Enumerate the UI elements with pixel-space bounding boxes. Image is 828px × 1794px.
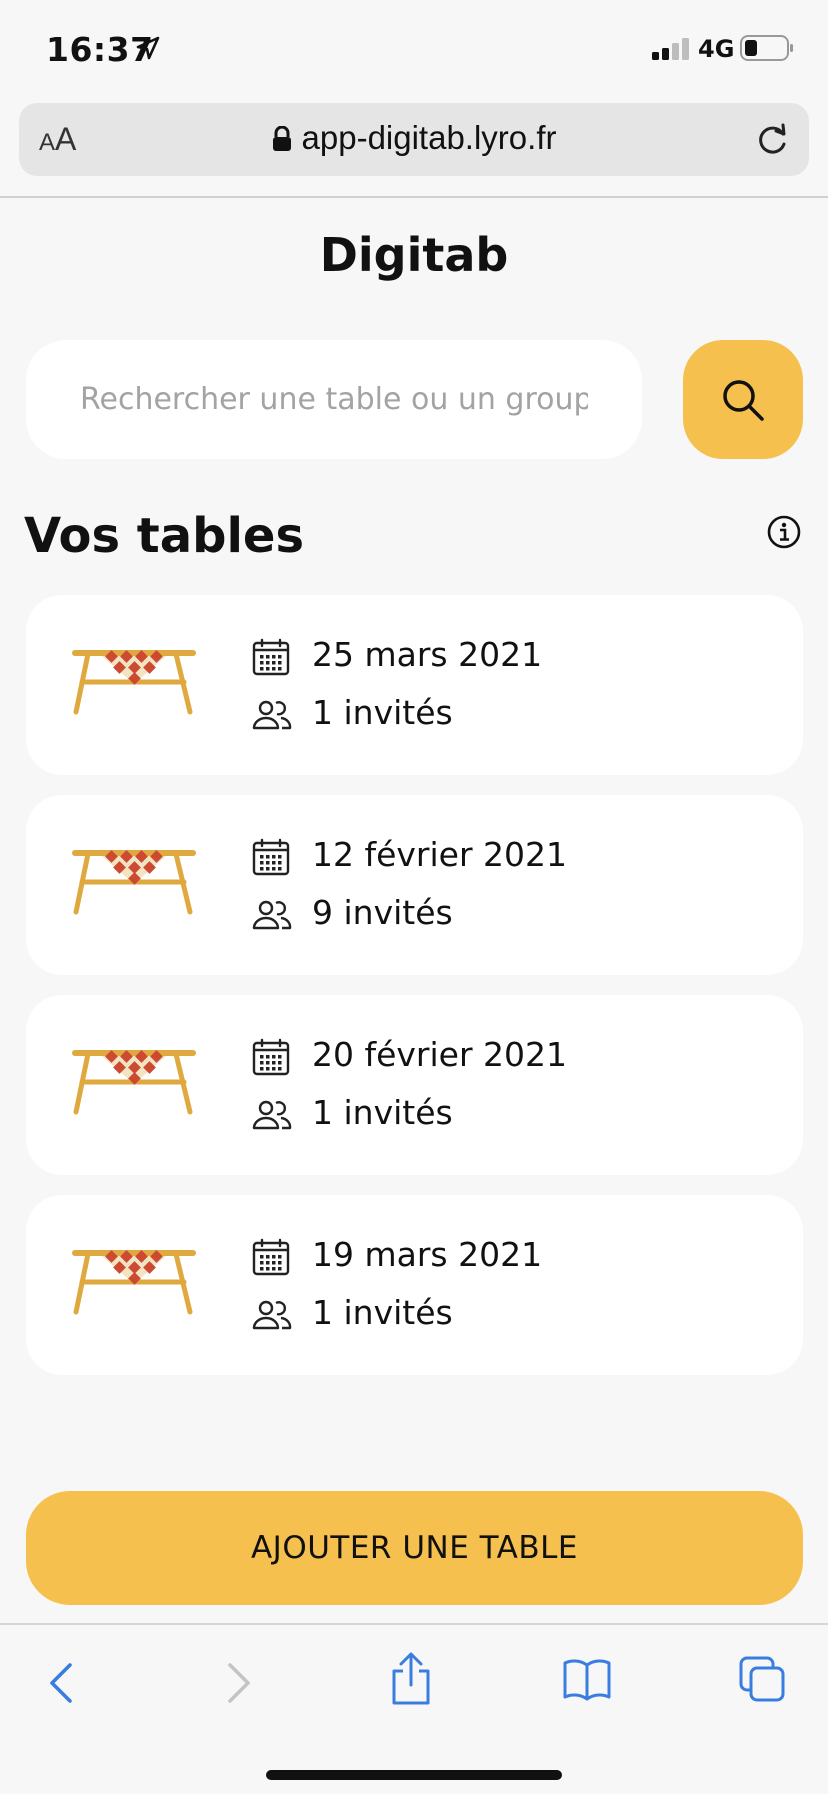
calendar-icon bbox=[252, 638, 290, 680]
page-title: Digitab bbox=[319, 228, 509, 282]
calendar-icon bbox=[252, 1038, 290, 1080]
table-guests: 9 invités bbox=[312, 893, 453, 932]
forward-chevron-icon[interactable] bbox=[218, 1659, 258, 1711]
table-date: 20 février 2021 bbox=[312, 1035, 568, 1074]
battery-icon bbox=[740, 35, 794, 65]
divider bbox=[0, 196, 828, 198]
calendar-icon bbox=[252, 1238, 290, 1280]
address-bar[interactable]: AA app-digitab.lyro.fr bbox=[19, 103, 809, 176]
back-chevron-icon[interactable] bbox=[42, 1659, 82, 1711]
users-icon bbox=[252, 1299, 292, 1335]
table-date: 19 mars 2021 bbox=[312, 1235, 543, 1274]
table-card[interactable]: 20 février 2021 1 invités bbox=[26, 995, 803, 1175]
bookmarks-icon[interactable] bbox=[562, 1657, 612, 1705]
table-guests: 1 invités bbox=[312, 1293, 453, 1332]
table-card[interactable]: 12 février 2021 9 invités bbox=[26, 795, 803, 975]
network-type: 4G bbox=[698, 35, 735, 63]
calendar-icon bbox=[252, 838, 290, 880]
add-table-button[interactable]: AJOUTER UNE TABLE bbox=[26, 1491, 803, 1605]
table-guests: 1 invités bbox=[312, 693, 453, 732]
search-button[interactable] bbox=[683, 340, 803, 459]
picnic-table-icon bbox=[72, 850, 196, 920]
tabs-icon[interactable] bbox=[738, 1655, 786, 1707]
cellular-signal-icon bbox=[652, 38, 690, 64]
browser-toolbar bbox=[0, 1623, 828, 1794]
search-icon bbox=[723, 379, 764, 421]
search-input[interactable] bbox=[26, 340, 642, 459]
table-date: 25 mars 2021 bbox=[312, 635, 543, 674]
reload-icon[interactable] bbox=[753, 120, 791, 162]
url-text: app-digitab.lyro.fr bbox=[301, 119, 557, 156]
picnic-table-icon bbox=[72, 650, 196, 720]
users-icon bbox=[252, 699, 292, 735]
location-arrow-icon bbox=[136, 36, 160, 64]
table-guests: 1 invités bbox=[312, 1093, 453, 1132]
lock-icon bbox=[272, 125, 291, 151]
table-card[interactable]: 19 mars 2021 1 invités bbox=[26, 1195, 803, 1375]
table-card[interactable]: 25 mars 2021 1 invités bbox=[26, 595, 803, 775]
table-date: 12 février 2021 bbox=[312, 835, 568, 874]
status-bar: 16:37 4G bbox=[0, 0, 828, 100]
picnic-table-icon bbox=[72, 1050, 196, 1120]
users-icon bbox=[252, 1099, 292, 1135]
home-indicator[interactable] bbox=[266, 1770, 562, 1780]
info-icon[interactable] bbox=[766, 514, 802, 554]
users-icon bbox=[252, 899, 292, 935]
url-display[interactable]: app-digitab.lyro.fr bbox=[19, 119, 809, 157]
picnic-table-icon bbox=[72, 1250, 196, 1320]
section-title: Vos tables bbox=[24, 508, 305, 564]
table-list: 25 mars 2021 1 invités 12 février 2021 9… bbox=[26, 595, 803, 1395]
share-icon[interactable] bbox=[388, 1651, 434, 1711]
